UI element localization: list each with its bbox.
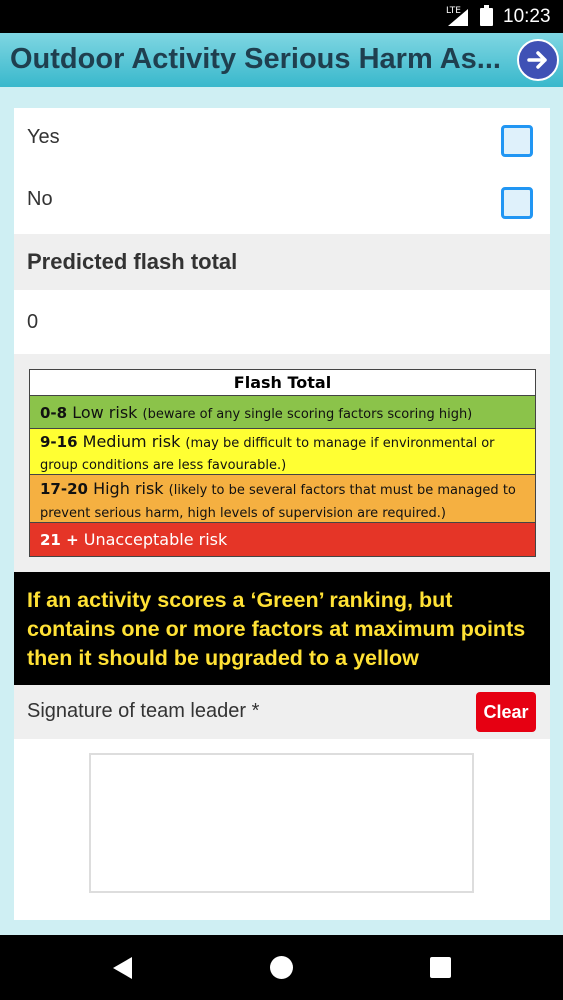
page-title: Outdoor Activity Serious Harm As... xyxy=(10,43,501,75)
arrow-right-icon xyxy=(527,51,547,69)
status-bar: LTE 10:23 xyxy=(0,0,563,33)
flash-row-low: 0-8 Low risk (beware of any single scori… xyxy=(30,396,535,429)
form-content: Yes No Predicted flash total 0 Flash Tot… xyxy=(14,108,550,920)
option-no-checkbox[interactable] xyxy=(501,187,533,219)
clock: 10:23 xyxy=(503,6,551,27)
flash-row-range: 17-20 xyxy=(40,480,88,498)
flash-row-name: High risk xyxy=(93,479,164,498)
flash-table-area: Flash Total 0-8 Low risk (beware of any … xyxy=(14,354,550,572)
home-icon[interactable] xyxy=(270,956,293,979)
flash-row-unacceptable: 21 + Unacceptable risk xyxy=(30,523,535,556)
flash-row-name: Low risk xyxy=(72,403,138,422)
signal-icon xyxy=(448,9,468,26)
flash-row-name: Medium risk xyxy=(82,432,181,451)
recent-apps-icon[interactable] xyxy=(430,957,451,978)
signature-header: Signature of team leader * Clear xyxy=(14,685,550,739)
predicted-flash-value: 0 xyxy=(27,311,39,333)
app-bar: Outdoor Activity Serious Harm As... xyxy=(0,33,563,87)
option-no-row[interactable]: No xyxy=(14,170,550,232)
flash-table-title: Flash Total xyxy=(30,370,535,396)
flash-row-range: 9-16 xyxy=(40,433,78,451)
flash-row-name: Unacceptable risk xyxy=(83,530,228,549)
option-yes-row[interactable]: Yes xyxy=(14,108,550,170)
predicted-flash-title: Predicted flash total xyxy=(27,249,238,274)
upgrade-warning-banner: If an activity scores a ‘Green’ ranking,… xyxy=(14,572,550,685)
option-no-label: No xyxy=(27,188,53,210)
next-button[interactable] xyxy=(517,39,559,81)
option-yes-label: Yes xyxy=(27,126,60,148)
predicted-flash-value-row: 0 xyxy=(14,290,550,354)
flash-row-high: 17-20 High risk (likely to be several fa… xyxy=(30,475,535,523)
system-nav-bar xyxy=(0,935,563,1000)
predicted-flash-header: Predicted flash total xyxy=(14,234,550,290)
flash-total-table: Flash Total 0-8 Low risk (beware of any … xyxy=(29,369,536,557)
clear-signature-button[interactable]: Clear xyxy=(476,692,536,732)
upgrade-warning-text: If an activity scores a ‘Green’ ranking,… xyxy=(27,588,526,670)
battery-icon xyxy=(480,5,493,26)
flash-row-description: (beware of any single scoring factors sc… xyxy=(142,407,473,422)
option-yes-checkbox[interactable] xyxy=(501,125,533,157)
back-icon[interactable] xyxy=(113,957,132,979)
signature-pad[interactable] xyxy=(89,753,474,893)
flash-row-range: 0-8 xyxy=(40,404,68,422)
flash-row-range: 21 + xyxy=(40,531,79,549)
flash-row-medium: 9-16 Medium risk (may be difficult to ma… xyxy=(30,429,535,475)
signature-label: Signature of team leader * xyxy=(27,700,260,722)
